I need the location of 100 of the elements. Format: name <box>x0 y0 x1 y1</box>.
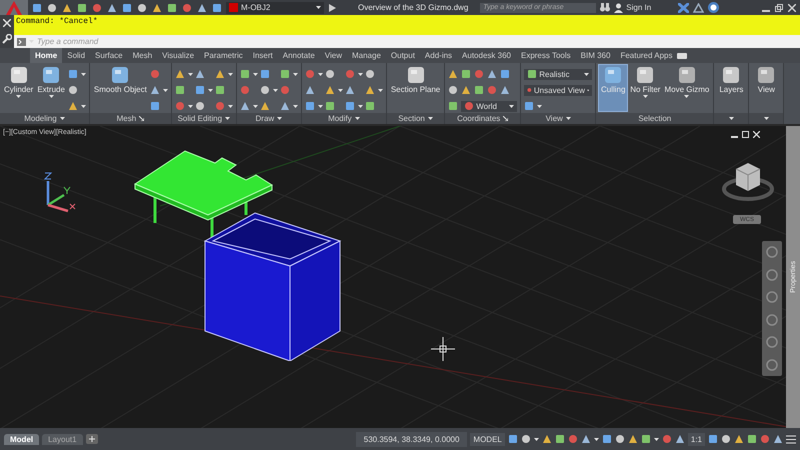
tool-icon[interactable] <box>194 101 205 111</box>
tool-icon[interactable] <box>674 434 685 444</box>
tool-icon[interactable] <box>194 85 205 95</box>
ribbon-button[interactable]: Layers <box>717 65 746 111</box>
tool-icon[interactable] <box>214 69 225 79</box>
sign-in-button[interactable]: Sign In <box>614 2 674 12</box>
ribbon-tab[interactable]: Featured Apps <box>615 48 678 63</box>
ribbon-tab[interactable]: Add-ins <box>420 48 458 63</box>
panel-title-button[interactable] <box>714 113 748 124</box>
ribbon-tab[interactable]: Visualize <box>157 48 200 63</box>
navigation-tool-icon[interactable] <box>766 336 778 348</box>
tool-icon[interactable] <box>174 85 185 95</box>
close-icon[interactable] <box>753 131 760 138</box>
tool-icon[interactable] <box>364 69 375 79</box>
panel-title-button[interactable]: Solid Editing <box>172 113 236 124</box>
dropdown[interactable]: Realistic <box>524 68 592 80</box>
tool-icon[interactable] <box>474 85 484 95</box>
ribbon-tab[interactable]: Home <box>30 48 62 63</box>
model-space-button[interactable]: MODEL <box>470 432 505 446</box>
tool-icon[interactable] <box>580 434 591 444</box>
network-icon[interactable] <box>693 2 704 12</box>
ribbon-button[interactable]: Smooth Object <box>92 65 148 111</box>
annotation-scale-button[interactable]: 1:1 <box>688 432 705 446</box>
ribbon-button[interactable]: Cylinder <box>3 65 34 111</box>
command-line-field[interactable]: Type a command <box>14 35 800 48</box>
ribbon-tab[interactable]: View <box>320 48 347 63</box>
ribbon-tab[interactable]: Surface <box>90 48 128 63</box>
panel-title-button[interactable]: Mesh <box>90 113 171 124</box>
panel-title-button[interactable]: Selection <box>596 113 714 124</box>
panel-title-button[interactable]: View <box>521 113 596 124</box>
tool-icon[interactable] <box>260 69 270 79</box>
panel-title-button[interactable]: Modeling <box>0 113 89 124</box>
tool-icon[interactable] <box>280 69 290 79</box>
tool-icon[interactable] <box>150 101 160 111</box>
panel-title-button[interactable]: Draw <box>236 113 301 124</box>
tool-icon[interactable] <box>614 434 625 444</box>
navigation-tool-icon[interactable] <box>766 291 778 304</box>
ribbon-tab[interactable]: Insert <box>248 48 278 63</box>
tool-icon[interactable] <box>280 101 290 111</box>
tool-icon[interactable] <box>344 101 355 111</box>
add-layout-icon[interactable] <box>86 434 98 444</box>
restore-icon[interactable] <box>742 131 749 138</box>
command-input-field[interactable]: Type a command <box>37 37 800 46</box>
layer-dropdown[interactable]: M-OBJ2 <box>226 2 324 14</box>
tool-icon[interactable] <box>364 85 375 95</box>
menu-icon[interactable] <box>786 434 796 444</box>
navigation-tool-icon[interactable] <box>766 314 778 326</box>
dropdown[interactable]: World <box>461 100 518 112</box>
ribbon-button[interactable]: No Filter <box>629 65 662 111</box>
tool-icon[interactable] <box>500 69 510 79</box>
tool-icon[interactable] <box>68 85 78 95</box>
tool-icon[interactable] <box>487 69 498 79</box>
tool-icon[interactable] <box>324 69 335 79</box>
tool-icon[interactable] <box>214 85 225 95</box>
tool-icon[interactable] <box>194 69 205 79</box>
panel-title-button[interactable]: Modify <box>302 113 386 124</box>
tool-icon[interactable] <box>500 85 510 95</box>
ribbon-button[interactable]: Extrude <box>36 65 66 111</box>
close-icon[interactable] <box>788 4 796 12</box>
ribbon-button[interactable]: View <box>752 65 780 111</box>
tool-icon[interactable] <box>542 434 552 444</box>
tool-icon[interactable] <box>150 85 160 95</box>
tool-icon[interactable] <box>640 434 651 444</box>
tool-icon[interactable] <box>324 101 335 111</box>
navigation-tool-icon[interactable] <box>766 246 778 258</box>
tool-icon[interactable] <box>520 434 531 444</box>
ribbon-tab[interactable]: Annotate <box>278 48 320 63</box>
ribbon-button[interactable]: Move Gizmo <box>663 65 710 111</box>
panel-title-button[interactable]: Coordinates <box>445 113 520 124</box>
wrench-icon[interactable] <box>2 34 12 44</box>
dropdown[interactable]: Unsaved View <box>524 84 592 96</box>
tool-icon[interactable] <box>240 69 250 79</box>
tool-icon[interactable] <box>448 101 458 111</box>
tool-icon[interactable] <box>602 434 612 444</box>
restore-icon[interactable] <box>775 4 783 12</box>
tool-icon[interactable] <box>240 101 250 111</box>
help-icon[interactable] <box>708 2 720 13</box>
tool-icon[interactable] <box>527 69 538 79</box>
ribbon-tab[interactable]: Express Tools <box>516 48 576 63</box>
navigation-tool-icon[interactable] <box>766 268 778 281</box>
panel-title-button[interactable]: Section <box>386 113 444 124</box>
tool-icon[interactable] <box>448 69 458 79</box>
tool-icon[interactable] <box>461 85 472 95</box>
tool-icon[interactable] <box>524 101 534 111</box>
exchange-icon[interactable] <box>678 2 690 12</box>
panel-title-button[interactable] <box>749 113 784 124</box>
tool-icon[interactable] <box>68 101 78 111</box>
ribbon-tab[interactable]: Mesh <box>128 48 158 63</box>
tool-icon[interactable] <box>324 85 335 95</box>
tool-icon[interactable] <box>508 434 518 444</box>
tool-icon[interactable] <box>628 434 638 444</box>
tool-icon[interactable] <box>260 101 270 111</box>
play-icon[interactable] <box>328 4 336 12</box>
ribbon-tab[interactable]: Manage <box>346 48 386 63</box>
ribbon-tab[interactable]: Parametric <box>199 48 248 63</box>
tool-icon[interactable] <box>448 85 458 95</box>
tool-icon[interactable] <box>68 69 78 79</box>
ribbon-tab[interactable]: Solid <box>62 48 90 63</box>
ribbon-tab[interactable]: Output <box>386 48 420 63</box>
layout-tab[interactable]: Layout1 <box>42 434 83 444</box>
